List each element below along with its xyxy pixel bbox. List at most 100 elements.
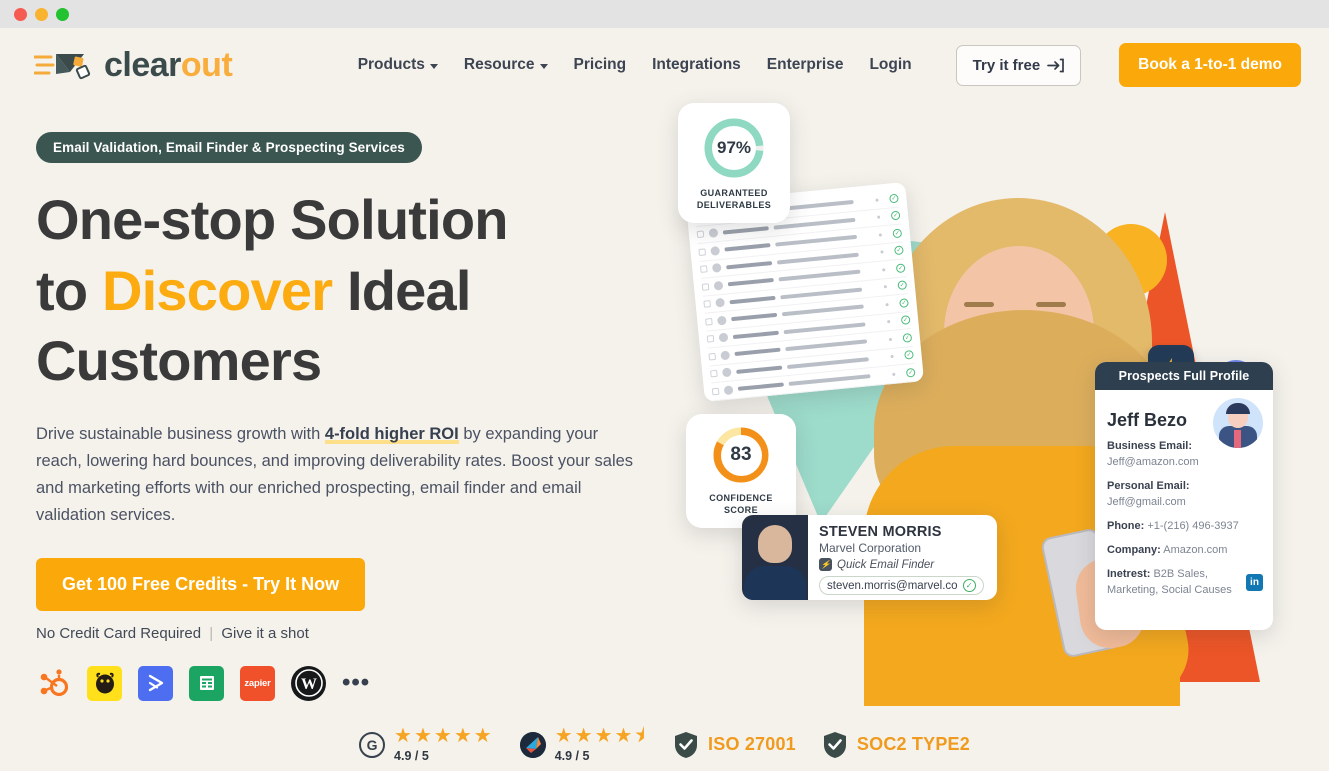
browser-window: clearout Products Resource Pricing Integ…: [0, 0, 1329, 771]
prospects-full-profile-card: Prospects Full Profile Jeff Bezo Busines…: [1095, 362, 1273, 630]
chevron-down-icon: [429, 63, 438, 69]
site-header: clearout Products Resource Pricing Integ…: [0, 28, 1329, 102]
verified-icon: ✓: [894, 245, 904, 256]
nav-item-login[interactable]: Login: [869, 56, 911, 74]
deliverables-donut-chart: 97%: [703, 117, 765, 179]
verified-icon: ✓: [899, 297, 909, 308]
nav-item-enterprise[interactable]: Enterprise: [767, 56, 844, 74]
deliverables-value: 97%: [712, 126, 756, 170]
green-check-icon: ✓: [962, 579, 976, 592]
contact-photo: [742, 515, 808, 600]
avatar: [713, 280, 724, 291]
row-checkbox[interactable]: [711, 387, 720, 396]
nav-item-pricing[interactable]: Pricing: [574, 56, 627, 74]
verified-icon: ✓: [902, 332, 913, 343]
g2-icon: G: [359, 731, 386, 758]
capterra-icon: [519, 731, 546, 758]
page-content: clearout Products Resource Pricing Integ…: [0, 28, 1329, 771]
verified-icon: ✓: [889, 193, 899, 204]
row-checkbox[interactable]: [706, 335, 715, 343]
confidence-value: 83: [720, 434, 762, 476]
chevron-down-icon: [539, 63, 548, 69]
avatar: [720, 350, 731, 361]
contact-email-chip: steven.morris@marvel.co ✓: [819, 576, 984, 595]
profile-field-company: Company: Amazon.com: [1107, 543, 1228, 556]
soc2-certification: SOC2 TYPE2: [822, 731, 970, 759]
nav-item-products[interactable]: Products: [358, 56, 438, 74]
window-minimize-button[interactable]: [35, 7, 48, 21]
confidence-score-card: 83 CONFIDENCE SCORE: [686, 414, 796, 528]
google-sheets-logo-icon[interactable]: [189, 665, 224, 701]
row-checkbox[interactable]: [701, 282, 710, 291]
window-maximize-button[interactable]: [56, 7, 69, 21]
zapier-logo-icon[interactable]: zapier: [240, 665, 275, 701]
hubspot-logo-icon[interactable]: [36, 666, 71, 701]
row-checkbox[interactable]: [700, 265, 708, 274]
avatar: [710, 245, 721, 256]
g2-rating: G ★★★★★ 4.9 / 5: [359, 726, 494, 763]
nav-label: Integrations: [652, 56, 741, 73]
try-it-free-label: Try it free: [972, 56, 1041, 74]
shield-check-icon: [823, 731, 846, 758]
activecampaign-logo-icon[interactable]: [138, 665, 173, 701]
avatar: [708, 228, 719, 239]
contact-name: STEVEN MORRIS: [819, 524, 942, 540]
row-checkbox[interactable]: [708, 352, 717, 361]
verified-icon: ✓: [904, 350, 914, 360]
clearout-logo[interactable]: clearout: [34, 46, 233, 85]
row-checkbox[interactable]: [703, 300, 712, 308]
integration-logos: zapier W •••: [36, 665, 660, 701]
bolt-badge-icon: ⚡: [819, 558, 832, 571]
row-checkbox[interactable]: [698, 248, 707, 256]
nav-item-integrations[interactable]: Integrations: [652, 56, 741, 74]
main-nav: Products Resource Pricing Integrations E…: [358, 43, 1301, 87]
get-free-credits-button[interactable]: Get 100 Free Credits - Try It Now: [36, 557, 366, 611]
g2-rating-value: 4.9 / 5: [394, 749, 429, 763]
verified-icon: ✓: [897, 280, 908, 291]
give-it-a-shot-text: Give it a shot: [221, 624, 309, 642]
subtext-separator: |: [209, 624, 214, 642]
envelope-logo-icon: [34, 54, 91, 80]
mailchimp-logo-icon[interactable]: [87, 665, 122, 701]
profile-field-phone: Phone: +1-(216) 496-3937: [1107, 519, 1239, 532]
try-it-free-button[interactable]: Try it free: [955, 44, 1082, 86]
row-checkbox[interactable]: [710, 370, 718, 378]
hero-section: Email Validation, Email Finder & Prospec…: [0, 102, 1329, 710]
soc2-label: SOC2 TYPE2: [856, 734, 970, 754]
wordpress-logo-icon[interactable]: W: [291, 665, 326, 701]
confidence-caption: CONFIDENCE SCORE: [709, 493, 773, 516]
hero-badge: Email Validation, Email Finder & Prospec…: [36, 132, 422, 163]
arrow-right-into-bracket-icon: [1047, 58, 1065, 72]
profile-field-interest: Inetrest: B2B Sales, Marketing, Social C…: [1107, 567, 1232, 596]
row-checkbox[interactable]: [705, 317, 713, 326]
svg-text:W: W: [301, 676, 317, 693]
nav-label: Login: [869, 56, 912, 73]
more-integrations-icon[interactable]: •••: [342, 670, 370, 695]
book-demo-button[interactable]: Book a 1-to-1 demo: [1119, 43, 1301, 87]
profile-field-personal-email: Personal Email: Jeff@gmail.com: [1107, 479, 1190, 508]
nav-item-resource[interactable]: Resource: [464, 56, 548, 74]
contact-email: steven.morris@marvel.co: [827, 579, 958, 592]
confidence-donut-chart: 83: [712, 426, 770, 484]
capterra-rating: ★★★★⯨ 4.9 / 5: [519, 726, 647, 763]
linkedin-icon[interactable]: in: [1246, 573, 1263, 591]
verified-icon: ✓: [892, 228, 903, 239]
avatar: [718, 332, 729, 343]
row-checkbox[interactable]: [696, 230, 705, 239]
avatar: [723, 385, 734, 395]
avatar: [721, 367, 732, 378]
no-credit-card-text: No Credit Card Required: [36, 624, 202, 642]
guaranteed-deliverables-card: 97% GUARANTEED DELIVERABLES: [678, 103, 790, 223]
avatar: [716, 315, 727, 326]
window-close-button[interactable]: [14, 7, 27, 21]
quick-email-finder-card: STEVEN MORRIS Marvel Corporation ⚡ Quick…: [742, 515, 997, 600]
trust-bar: G ★★★★★ 4.9 / 5 ★★★★⯨ 4.9 / 5 ISO 27001 …: [0, 726, 1329, 763]
hero-illustration: ✓ ✓ ✓ ✓ ✓ ✓ ✓ ✓ ✓ ✓ ✓ 97% GUARANTEED DEL…: [640, 102, 1329, 710]
nav-label: Enterprise: [766, 56, 844, 73]
capterra-rating-value: 4.9 / 5: [554, 749, 590, 763]
profile-card-title: Prospects Full Profile: [1095, 362, 1273, 390]
verified-icon: ✓: [905, 367, 916, 378]
iso-certification: ISO 27001: [673, 731, 796, 759]
heading-line-2-pre: to: [36, 258, 103, 322]
hero-paragraph: Drive sustainable business growth with 4…: [36, 421, 636, 530]
